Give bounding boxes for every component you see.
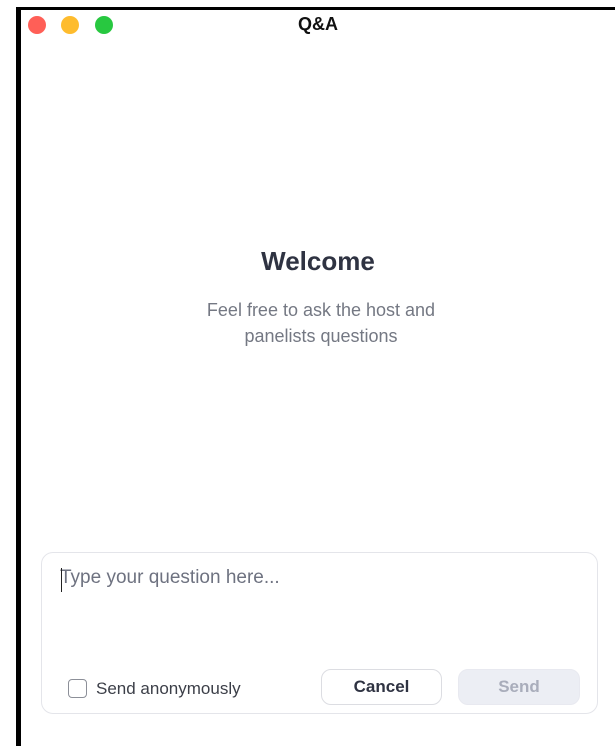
send-anonymously-label[interactable]: Send anonymously bbox=[96, 679, 241, 699]
welcome-subtitle-line-2: panelists questions bbox=[244, 326, 398, 346]
title-bar: Q&A bbox=[21, 10, 615, 40]
qa-window: Q&A Welcome Feel free to ask the host an… bbox=[16, 7, 615, 746]
send-button[interactable]: Send bbox=[458, 669, 580, 705]
question-composer: Send anonymously Cancel Send bbox=[41, 552, 598, 714]
cancel-button[interactable]: Cancel bbox=[321, 669, 442, 705]
welcome-subtitle-line-1: Feel free to ask the host and bbox=[206, 300, 436, 320]
welcome-heading: Welcome bbox=[261, 246, 375, 276]
welcome-subtitle: Feel free to ask the host and panelists … bbox=[171, 297, 471, 349]
question-input[interactable] bbox=[60, 567, 575, 647]
send-anonymously-checkbox[interactable] bbox=[68, 679, 87, 698]
window-title: Q&A bbox=[298, 14, 338, 34]
text-caret bbox=[61, 568, 62, 592]
